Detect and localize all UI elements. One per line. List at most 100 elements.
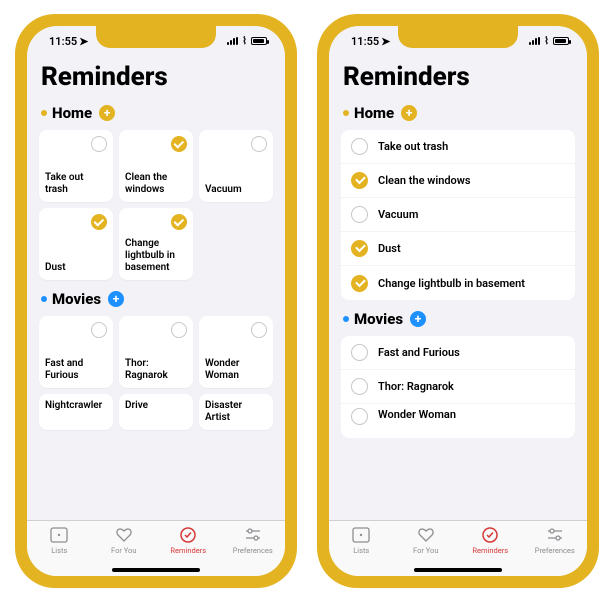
reminder-card[interactable]: Change lightbulb in basement (119, 208, 193, 280)
wifi-icon: ⌇ (544, 36, 549, 47)
checkbox-icon[interactable] (351, 408, 368, 425)
reminder-label: Disaster Artist (205, 400, 267, 424)
reminder-row[interactable]: Wonder Woman (341, 404, 575, 438)
reminder-card[interactable]: Disaster Artist (199, 394, 273, 430)
section-title: Home (52, 104, 92, 122)
reminder-label: Change lightbulb in basement (378, 277, 525, 290)
reminder-label: Take out trash (45, 172, 107, 196)
reminder-label: Clean the windows (125, 172, 187, 196)
section-dot-icon (41, 110, 47, 116)
reminder-label: Wonder Woman (378, 408, 456, 421)
reminder-card[interactable]: Take out trash (39, 130, 113, 202)
reminder-row[interactable]: Vacuum (341, 198, 575, 232)
notch (398, 26, 518, 48)
reminder-label: Nightcrawler (45, 400, 102, 412)
reminder-card[interactable]: Clean the windows (119, 130, 193, 202)
movies-grid: Fast and Furious Thor: Ragnarok Wonder W… (39, 316, 273, 388)
reminder-card[interactable]: Drive (119, 394, 193, 430)
checkbox-icon[interactable] (91, 322, 107, 338)
home-indicator[interactable] (414, 568, 502, 572)
home-list: Take out trash Clean the windows Vacuum … (341, 130, 575, 300)
home-grid: Take out trash Clean the windows Vacuum … (39, 130, 273, 280)
screen: 11:55 ➤ ⌇ Reminders Home + Take out tras… (329, 26, 587, 576)
section-dot-icon (343, 110, 349, 116)
checkbox-icon[interactable] (351, 240, 368, 257)
section-header-movies: Movies + (343, 310, 575, 328)
checkbox-icon[interactable] (351, 138, 368, 155)
reminder-row[interactable]: Change lightbulb in basement (341, 266, 575, 300)
reminder-label: Fast and Furious (45, 358, 107, 382)
heart-icon (416, 526, 436, 544)
reminder-row[interactable]: Thor: Ragnarok (341, 370, 575, 404)
checkbox-icon[interactable] (351, 275, 368, 292)
lists-icon (351, 526, 371, 544)
section-title: Home (354, 104, 394, 122)
checkbox-icon[interactable] (351, 172, 368, 189)
reminder-row[interactable]: Fast and Furious (341, 336, 575, 370)
reminder-row[interactable]: Clean the windows (341, 164, 575, 198)
reminder-card[interactable]: Thor: Ragnarok (119, 316, 193, 388)
reminder-label: Vacuum (378, 208, 418, 221)
reminder-card[interactable]: Nightcrawler (39, 394, 113, 430)
reminder-card[interactable]: Wonder Woman (199, 316, 273, 388)
sliders-icon (243, 526, 263, 544)
movies-grid-partial: Nightcrawler Drive Disaster Artist (39, 394, 273, 430)
add-button[interactable]: + (410, 311, 426, 327)
reminder-label: Dust (378, 242, 401, 255)
checkbox-icon[interactable] (91, 136, 107, 152)
section-header-home: Home + (343, 104, 575, 122)
reminder-label: Clean the windows (378, 174, 471, 187)
reminder-label: Thor: Ragnarok (378, 380, 454, 393)
sliders-icon (545, 526, 565, 544)
tab-foryou[interactable]: For You (95, 526, 153, 555)
reminder-row[interactable]: Dust (341, 232, 575, 266)
lists-icon (49, 526, 69, 544)
tab-label: Preferences (535, 546, 575, 555)
page-title: Reminders (341, 62, 575, 92)
reminder-row[interactable]: Take out trash (341, 130, 575, 164)
tab-reminders[interactable]: Reminders (461, 526, 519, 555)
tab-foryou[interactable]: For You (397, 526, 455, 555)
checkbox-icon[interactable] (251, 136, 267, 152)
page-title: Reminders (39, 62, 273, 92)
home-indicator[interactable] (112, 568, 200, 572)
phone-mockup-grid: 11:55 ➤ ⌇ Reminders Home + Take out tras… (15, 14, 297, 588)
checkbox-icon[interactable] (351, 344, 368, 361)
reminder-label: Dust (45, 262, 66, 274)
tab-preferences[interactable]: Preferences (224, 526, 282, 555)
section-title: Movies (52, 290, 101, 308)
add-button[interactable]: + (108, 291, 124, 307)
battery-icon (553, 37, 569, 45)
checkbox-icon[interactable] (351, 206, 368, 223)
content-area: Reminders Home + Take out trash Clean th… (329, 56, 587, 520)
checkbox-icon[interactable] (171, 136, 187, 152)
tab-lists[interactable]: Lists (30, 526, 88, 555)
tab-label: For You (413, 546, 438, 555)
checkbox-icon[interactable] (171, 322, 187, 338)
tab-reminders[interactable]: Reminders (159, 526, 217, 555)
notch (96, 26, 216, 48)
reminder-card[interactable]: Fast and Furious (39, 316, 113, 388)
checkbox-icon[interactable] (91, 214, 107, 230)
tab-lists[interactable]: Lists (332, 526, 390, 555)
checkbox-icon[interactable] (351, 378, 368, 395)
section-dot-icon (343, 316, 349, 322)
reminder-label: Wonder Woman (205, 358, 267, 382)
checkbox-icon[interactable] (251, 322, 267, 338)
tab-preferences[interactable]: Preferences (526, 526, 584, 555)
tab-label: Reminders (472, 546, 508, 555)
add-button[interactable]: + (99, 105, 115, 121)
check-circle-icon (178, 526, 198, 544)
battery-icon (251, 37, 267, 45)
reminder-card[interactable]: Dust (39, 208, 113, 280)
tab-label: Preferences (233, 546, 273, 555)
location-icon: ➤ (381, 35, 390, 48)
section-header-home: Home + (41, 104, 273, 122)
tab-label: Lists (51, 546, 67, 555)
add-button[interactable]: + (401, 105, 417, 121)
reminder-card[interactable]: Vacuum (199, 130, 273, 202)
status-time: 11:55 (351, 35, 379, 48)
tab-label: For You (111, 546, 136, 555)
section-header-movies: Movies + (41, 290, 273, 308)
checkbox-icon[interactable] (171, 214, 187, 230)
